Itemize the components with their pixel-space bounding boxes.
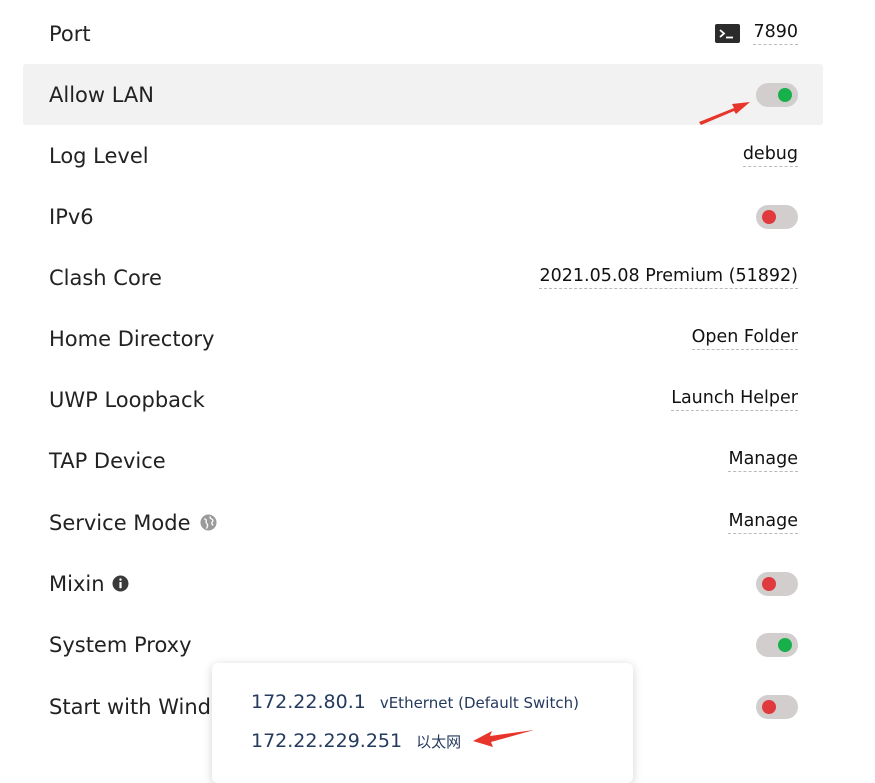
annotation-arrow-icon bbox=[473, 730, 534, 747]
setting-label-port: Port bbox=[49, 21, 91, 46]
tap-manage-button[interactable]: Manage bbox=[728, 449, 798, 472]
ipv6-toggle[interactable] bbox=[756, 204, 798, 229]
toggle-knob bbox=[762, 699, 776, 714]
ip-entry[interactable]: 172.22.80.1 vEthernet (Default Switch) bbox=[251, 691, 579, 713]
system-proxy-toggle[interactable] bbox=[756, 632, 798, 657]
allow-lan-toggle[interactable] bbox=[756, 82, 798, 107]
setting-label-start-with-windows: Start with Wind bbox=[49, 694, 211, 719]
ip-address: 172.22.229.251 bbox=[251, 730, 403, 752]
open-folder-button[interactable]: Open Folder bbox=[691, 327, 798, 350]
setting-row-port: Port 7890 bbox=[23, 3, 823, 64]
toggle-knob bbox=[762, 209, 776, 224]
interface-name: 以太网 bbox=[416, 733, 462, 751]
setting-label-tap-device: TAP Device bbox=[49, 448, 166, 473]
setting-label-clash-core: Clash Core bbox=[49, 265, 162, 290]
setting-row-log-level: Log Level debug bbox=[23, 125, 823, 186]
service-manage-button[interactable]: Manage bbox=[728, 511, 798, 534]
setting-row-home-directory: Home Directory Open Folder bbox=[23, 308, 823, 369]
setting-row-ipv6: IPv6 bbox=[23, 186, 823, 247]
toggle-knob bbox=[778, 637, 792, 652]
toggle-knob bbox=[778, 87, 792, 102]
globe-icon[interactable] bbox=[199, 514, 217, 531]
launch-helper-button[interactable]: Launch Helper bbox=[671, 388, 798, 411]
setting-label-home-directory: Home Directory bbox=[49, 326, 215, 351]
setting-label-uwp-loopback: UWP Loopback bbox=[49, 387, 205, 412]
start-with-windows-toggle[interactable] bbox=[756, 694, 798, 719]
setting-label-system-proxy: System Proxy bbox=[49, 632, 192, 657]
service-mode-text: Service Mode bbox=[49, 510, 191, 535]
setting-label-log-level: Log Level bbox=[49, 143, 149, 168]
setting-row-clash-core: Clash Core 2021.05.08 Premium (51892) bbox=[23, 247, 823, 308]
ip-address: 172.22.80.1 bbox=[251, 691, 366, 713]
mixin-text: Mixin bbox=[49, 571, 105, 596]
setting-label-allow-lan: Allow LAN bbox=[49, 82, 154, 107]
port-value[interactable]: 7890 bbox=[753, 22, 798, 45]
setting-row-mixin: Mixin bbox=[23, 553, 823, 614]
interface-name: vEthernet (Default Switch) bbox=[379, 694, 579, 712]
log-level-select[interactable]: debug bbox=[742, 144, 798, 167]
setting-label-ipv6: IPv6 bbox=[49, 204, 94, 229]
info-icon[interactable] bbox=[112, 575, 129, 592]
setting-row-tap-device: TAP Device Manage bbox=[23, 430, 823, 491]
setting-row-uwp-loopback: UWP Loopback Launch Helper bbox=[23, 369, 823, 430]
setting-row-service-mode: Service Mode Manage bbox=[23, 492, 823, 553]
clash-core-version[interactable]: 2021.05.08 Premium (51892) bbox=[539, 266, 798, 289]
terminal-icon bbox=[715, 24, 741, 43]
setting-label-service-mode: Service Mode bbox=[49, 511, 217, 535]
toggle-knob bbox=[762, 576, 776, 591]
mixin-toggle[interactable] bbox=[756, 571, 798, 596]
ip-entry[interactable]: 172.22.229.251 以太网 bbox=[251, 730, 461, 752]
annotation-arrow-icon bbox=[699, 102, 750, 125]
setting-label-mixin: Mixin bbox=[49, 572, 129, 596]
lan-ip-popup: 172.22.80.1 vEthernet (Default Switch) 1… bbox=[212, 663, 633, 783]
